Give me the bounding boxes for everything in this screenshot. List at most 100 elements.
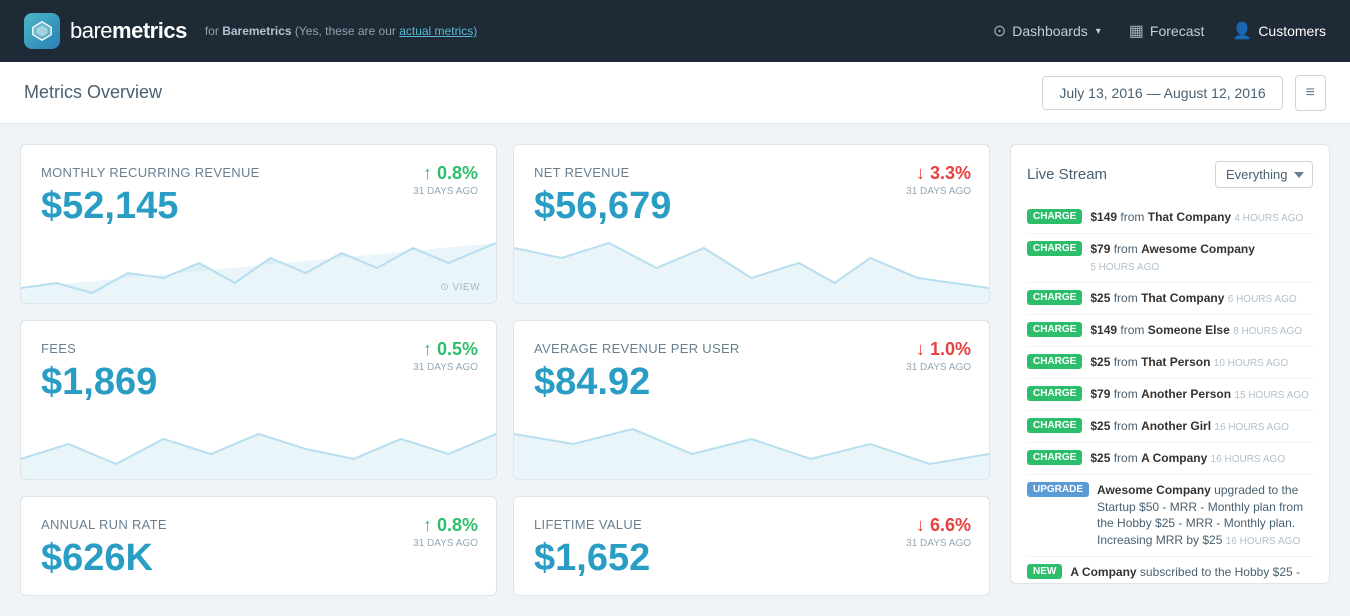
stream-amount: $25 [1090, 291, 1110, 305]
metric-title-fees: Fees [41, 341, 476, 356]
metric-change-mrr: ↑ 0.8% [413, 163, 478, 184]
live-stream-title: Live Stream [1027, 166, 1107, 183]
stream-text: $149 from Someone Else 8 HOURS AGO [1090, 322, 1302, 339]
logo-icon[interactable] [24, 13, 60, 49]
metric-value-annual-run-rate: $626K [41, 538, 476, 580]
stream-time: 6 HOURS AGO [1228, 294, 1297, 305]
metric-ago-net-revenue: 31 DAYS AGO [906, 186, 971, 197]
metric-value-arpu: $84.92 [534, 362, 969, 404]
live-stream-filter[interactable]: Everything Charges Upgrades New [1215, 161, 1313, 188]
metric-badge-mrr: ↑ 0.8% 31 DAYS AGO [413, 163, 478, 197]
charge-badge: CHARGE [1027, 354, 1082, 369]
charge-badge: CHARGE [1027, 386, 1082, 401]
stream-from-label: from [1114, 242, 1141, 256]
page-title: Metrics Overview [24, 82, 162, 103]
metric-badge-lifetime-value: ↓ 6.6% 31 DAYS AGO [906, 515, 971, 549]
stream-company: Awesome Company [1097, 483, 1211, 497]
metric-badge-annual-run-rate: ↑ 0.8% 31 DAYS AGO [413, 515, 478, 549]
stream-item: CHARGE $79 from Awesome Company 5 HOURS … [1027, 234, 1313, 283]
metric-title-net-revenue: Net Revenue [534, 165, 969, 180]
stream-from-label: from [1120, 210, 1147, 224]
stream-company: Another Person [1141, 387, 1231, 401]
stream-amount: $149 [1090, 210, 1117, 224]
stream-text: A Company subscribed to the Hobby $25 - … [1070, 564, 1313, 584]
stream-text: $25 from That Company 6 HOURS AGO [1090, 290, 1296, 307]
stream-text: Awesome Company upgraded to the Startup … [1097, 482, 1313, 549]
metric-change-lifetime-value: ↓ 6.6% [906, 515, 971, 536]
metric-change-arpu: ↓ 1.0% [906, 339, 971, 360]
metric-change-annual-run-rate: ↑ 0.8% [413, 515, 478, 536]
dashboard-icon: ⊙ [993, 21, 1006, 41]
stream-item: CHARGE $149 from Someone Else 8 HOURS AG… [1027, 315, 1313, 347]
metric-title-annual-run-rate: Annual Run Rate [41, 517, 476, 532]
stream-time: 16 HOURS AGO [1211, 454, 1285, 465]
stream-company: That Company [1148, 210, 1231, 224]
stream-text: $25 from A Company 16 HOURS AGO [1090, 450, 1285, 467]
charge-badge: CHARGE [1027, 209, 1082, 224]
charge-badge: CHARGE [1027, 418, 1082, 433]
menu-icon-button[interactable]: ≡ [1295, 75, 1326, 111]
stream-company: Awesome Company [1141, 242, 1255, 256]
metric-card-lifetime-value: Lifetime Value $1,652 ↓ 6.6% 31 DAYS AGO [513, 496, 990, 596]
metrics-grid: Monthly Recurring Revenue $52,145 ↑ 0.8%… [20, 144, 990, 596]
new-badge: NEW [1027, 564, 1062, 579]
stream-amount: $79 [1090, 242, 1110, 256]
stream-time: 10 HOURS AGO [1214, 358, 1288, 369]
nav-forecast-label: Forecast [1150, 23, 1204, 39]
stream-amount: $149 [1090, 323, 1117, 337]
brand-name: baremetrics [70, 18, 187, 44]
metric-chart-mrr [21, 228, 496, 303]
stream-time: 16 HOURS AGO [1214, 422, 1288, 433]
upgrade-badge: UPGRADE [1027, 482, 1089, 497]
metric-value-net-revenue: $56,679 [534, 186, 969, 228]
customers-icon: 👤 [1232, 21, 1252, 41]
nav-item-dashboards[interactable]: ⊙ Dashboards ▾ [993, 21, 1101, 41]
stream-from-label: from [1114, 387, 1141, 401]
metric-ago-fees: 31 DAYS AGO [413, 362, 478, 373]
stream-amount: $79 [1090, 387, 1110, 401]
date-range-selector[interactable]: July 13, 2016 — August 12, 2016 [1042, 76, 1282, 110]
metric-card-net-revenue: Net Revenue $56,679 ↓ 3.3% 31 DAYS AGO [513, 144, 990, 304]
stream-amount: $25 [1090, 451, 1110, 465]
stream-time: 8 HOURS AGO [1233, 326, 1302, 337]
metric-badge-arpu: ↓ 1.0% 31 DAYS AGO [906, 339, 971, 373]
navbar: baremetrics for Baremetrics (Yes, these … [0, 0, 1350, 62]
stream-company: That Person [1141, 355, 1210, 369]
metric-chart-fees [21, 404, 496, 479]
charge-badge: CHARGE [1027, 241, 1082, 256]
stream-text: $79 from Awesome Company 5 HOURS AGO [1090, 241, 1313, 275]
metric-ago-lifetime-value: 31 DAYS AGO [906, 538, 971, 549]
stream-items-list: CHARGE $149 from That Company 4 HOURS AG… [1027, 202, 1313, 584]
metric-badge-net-revenue: ↓ 3.3% 31 DAYS AGO [906, 163, 971, 197]
nav-item-forecast[interactable]: ▦ Forecast [1129, 21, 1205, 41]
navbar-left: baremetrics for Baremetrics (Yes, these … [24, 13, 477, 49]
metric-chart-net-revenue [514, 228, 989, 303]
metric-change-fees: ↑ 0.5% [413, 339, 478, 360]
stream-company: Someone Else [1148, 323, 1230, 337]
stream-item: CHARGE $25 from That Person 10 HOURS AGO [1027, 347, 1313, 379]
charge-badge: CHARGE [1027, 322, 1082, 337]
metric-value-fees: $1,869 [41, 362, 476, 404]
metric-card-fees: Fees $1,869 ↑ 0.5% 31 DAYS AGO [20, 320, 497, 480]
metric-title-lifetime-value: Lifetime Value [534, 517, 969, 532]
stream-text: $149 from That Company 4 HOURS AGO [1090, 209, 1303, 226]
nav-item-customers[interactable]: 👤 Customers [1232, 21, 1326, 41]
stream-item: NEW A Company subscribed to the Hobby $2… [1027, 557, 1313, 584]
stream-time: 5 HOURS AGO [1090, 262, 1159, 273]
brand-tagline: for Baremetrics (Yes, these are our actu… [205, 24, 477, 38]
stream-from-label: from [1114, 419, 1141, 433]
live-stream-header: Live Stream Everything Charges Upgrades … [1027, 161, 1313, 188]
metric-title-mrr: Monthly Recurring Revenue [41, 165, 476, 180]
metric-card-annual-run-rate: Annual Run Rate $626K ↑ 0.8% 31 DAYS AGO [20, 496, 497, 596]
stream-time: 15 HOURS AGO [1234, 390, 1308, 401]
stream-from-label: from [1114, 355, 1141, 369]
stream-from-label: from [1120, 323, 1147, 337]
charge-badge: CHARGE [1027, 450, 1082, 465]
stream-item: CHARGE $25 from Another Girl 16 HOURS AG… [1027, 411, 1313, 443]
stream-amount: $25 [1090, 419, 1110, 433]
metric-value-lifetime-value: $1,652 [534, 538, 969, 580]
stream-company: Another Girl [1141, 419, 1211, 433]
charge-badge: CHARGE [1027, 290, 1082, 305]
stream-time: 16 HOURS AGO [1226, 536, 1300, 547]
metric-card-arpu: Average Revenue Per User $84.92 ↓ 1.0% 3… [513, 320, 990, 480]
